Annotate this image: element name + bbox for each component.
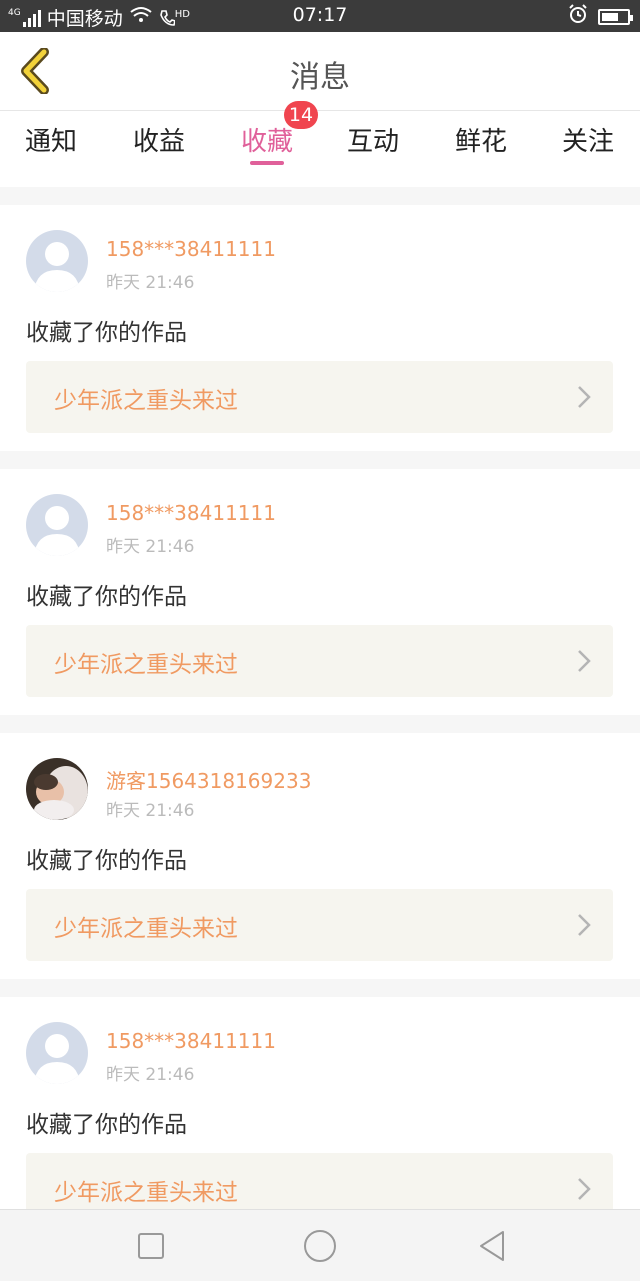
work-title: 少年派之重头来过 bbox=[54, 916, 238, 942]
status-right bbox=[568, 4, 633, 29]
username[interactable]: 158***38411111 bbox=[106, 501, 276, 525]
work-link[interactable]: 少年派之重头来过 bbox=[26, 361, 613, 433]
timestamp: 昨天 21:46 bbox=[106, 1065, 195, 1085]
chevron-right-icon bbox=[578, 914, 591, 936]
home-icon[interactable] bbox=[300, 1228, 340, 1264]
unread-badge: 14 bbox=[284, 101, 318, 129]
chevron-right-icon bbox=[578, 650, 591, 672]
action-text: 收藏了你的作品 bbox=[26, 1112, 187, 1138]
timestamp: 昨天 21:46 bbox=[106, 537, 195, 557]
work-title: 少年派之重头来过 bbox=[54, 1180, 238, 1206]
tab-earnings[interactable]: 收益 bbox=[119, 121, 199, 158]
work-link[interactable]: 少年派之重头来过 bbox=[26, 625, 613, 697]
message-card: 游客1564318169233 昨天 21:46 收藏了你的作品 少年派之重头来… bbox=[0, 733, 640, 979]
work-link[interactable]: 少年派之重头来过 bbox=[26, 889, 613, 961]
message-card: 158***38411111 昨天 21:46 收藏了你的作品 少年派之重头来过 bbox=[0, 997, 640, 1243]
username[interactable]: 158***38411111 bbox=[106, 1029, 276, 1053]
tab-follow[interactable]: 关注 bbox=[548, 121, 628, 158]
message-card: 158***38411111 昨天 21:46 收藏了你的作品 少年派之重头来过 bbox=[0, 469, 640, 715]
message-card: 158***38411111 昨天 21:46 收藏了你的作品 少年派之重头来过 bbox=[0, 205, 640, 451]
photo-avatar[interactable] bbox=[26, 758, 88, 820]
tab-bar: 通知 收益 收藏 互动 鲜花 关注 bbox=[0, 111, 640, 181]
recent-apps-icon[interactable] bbox=[131, 1228, 171, 1264]
username[interactable]: 158***38411111 bbox=[106, 237, 276, 261]
tab-notifications[interactable]: 通知 bbox=[11, 121, 91, 158]
timestamp: 昨天 21:46 bbox=[106, 273, 195, 293]
status-bar: 4G 中国移动 HD 07:17 bbox=[0, 0, 640, 32]
section-divider bbox=[0, 979, 640, 997]
chevron-right-icon bbox=[578, 1178, 591, 1200]
action-text: 收藏了你的作品 bbox=[26, 320, 187, 346]
nav-bar: 消息 bbox=[0, 32, 640, 111]
action-text: 收藏了你的作品 bbox=[26, 848, 187, 874]
section-divider bbox=[0, 187, 640, 205]
alarm-icon bbox=[568, 4, 588, 29]
system-nav-bar bbox=[0, 1209, 640, 1281]
section-divider bbox=[0, 451, 640, 469]
default-avatar-icon[interactable] bbox=[26, 230, 88, 292]
work-title: 少年派之重头来过 bbox=[54, 388, 238, 414]
back-icon[interactable] bbox=[472, 1228, 512, 1264]
section-divider bbox=[0, 715, 640, 733]
timestamp: 昨天 21:46 bbox=[106, 801, 195, 821]
default-avatar-icon[interactable] bbox=[26, 1022, 88, 1084]
tab-interactions[interactable]: 互动 bbox=[333, 121, 413, 158]
username[interactable]: 游客1564318169233 bbox=[106, 765, 311, 794]
battery-icon bbox=[598, 8, 633, 25]
active-tab-indicator bbox=[250, 161, 284, 165]
default-avatar-icon[interactable] bbox=[26, 494, 88, 556]
page-title: 消息 bbox=[290, 60, 350, 95]
tab-flowers[interactable]: 鲜花 bbox=[441, 121, 521, 158]
chevron-right-icon bbox=[578, 386, 591, 408]
work-title: 少年派之重头来过 bbox=[54, 652, 238, 678]
action-text: 收藏了你的作品 bbox=[26, 584, 187, 610]
status-time: 07:17 bbox=[292, 4, 348, 26]
